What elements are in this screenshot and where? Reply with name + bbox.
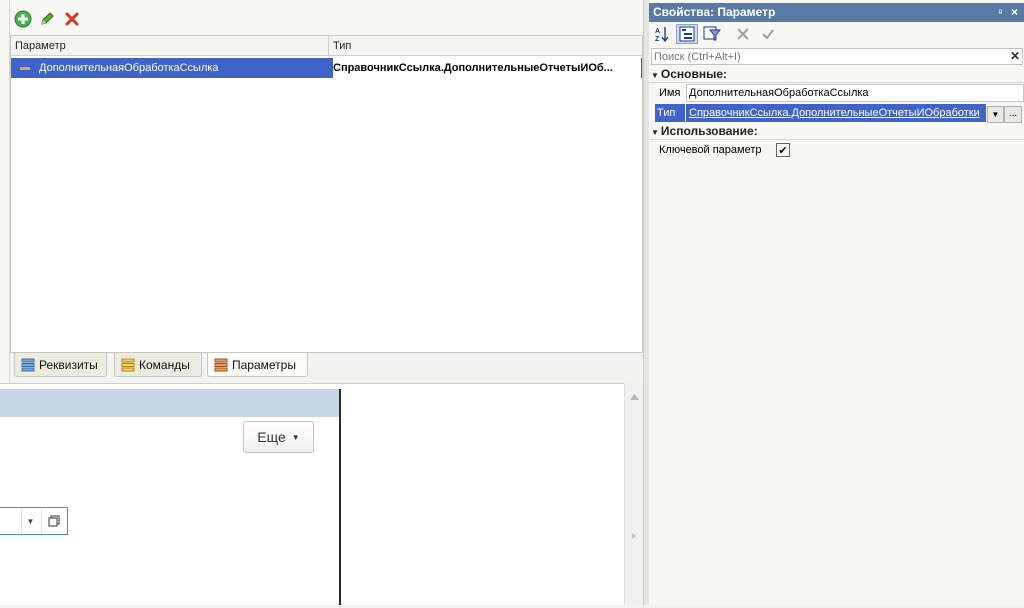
key-param-checkbox[interactable]: ✔: [776, 143, 790, 157]
edit-button[interactable]: [37, 9, 57, 29]
name-label: Имя: [659, 87, 681, 99]
parameters-grid: Параметр Тип ДополнительнаяОбработкаСсыл…: [10, 36, 643, 353]
dropdown-arrow-icon[interactable]: ▼: [21, 508, 39, 534]
close-icon[interactable]: ×: [1011, 3, 1018, 22]
sort-az-button[interactable]: A Z: [651, 24, 673, 44]
section-main[interactable]: ▼ Основные:: [651, 66, 727, 82]
stack-yellow-icon: [121, 358, 135, 371]
checkmark-icon: ✔: [778, 144, 788, 157]
properties-panel: Свойства: Параметр ᵍ × A Z Поиск (Ctrl+A…: [649, 0, 1024, 605]
name-field[interactable]: ДополнительнаяОбработкаСсылка: [686, 84, 1024, 102]
divider: [649, 82, 1024, 83]
row-type-cell: СправочникСсылка.ДополнительныеОтчетыИОб…: [333, 58, 641, 78]
more-button-label: Еще: [257, 429, 286, 445]
tab-parameters[interactable]: Параметры: [207, 353, 308, 377]
divider: [649, 139, 1024, 140]
column-header-type[interactable]: Тип: [329, 36, 644, 56]
sort-az-icon: A Z: [655, 27, 669, 43]
properties-toolbar: A Z: [649, 22, 1024, 46]
pencil-icon: [41, 12, 54, 25]
key-param-label: Ключевой параметр: [659, 144, 762, 156]
tab-label: Команды: [139, 357, 190, 372]
properties-title-bar: Свойства: Параметр ᵍ ×: [649, 3, 1024, 22]
properties-title: Свойства: Параметр: [653, 5, 776, 19]
svg-text:A: A: [655, 28, 660, 35]
grid-toolbar: [10, 0, 643, 36]
add-button[interactable]: [13, 9, 33, 29]
categories-icon: [679, 26, 695, 42]
clear-button[interactable]: [732, 24, 754, 44]
filter-button[interactable]: [701, 24, 723, 44]
categories-button[interactable]: [676, 24, 698, 44]
type-field[interactable]: СправочникСсылка.ДополнительныеОтчетыИОб…: [686, 104, 986, 122]
pin-icon[interactable]: ᵍ: [999, 3, 1002, 22]
search-box[interactable]: ✕: [651, 48, 1023, 65]
close-icon[interactable]: ✕: [1010, 49, 1020, 64]
gray-x-icon: [737, 28, 749, 40]
svg-text:Z: Z: [655, 36, 660, 43]
red-x-icon: [65, 12, 79, 26]
section-usage[interactable]: ▼ Использование:: [651, 123, 758, 139]
form-preview-header: [0, 389, 339, 417]
add-circle-icon: [14, 10, 32, 28]
tab-commands[interactable]: Команды: [114, 353, 202, 377]
preview-input-field[interactable]: ▼: [0, 507, 68, 535]
row-parameter-cell: ДополнительнаяОбработкаСсылка: [39, 62, 219, 74]
delete-button[interactable]: [62, 9, 82, 29]
section-usage-label: Использование:: [660, 124, 758, 138]
apply-button[interactable]: [757, 24, 779, 44]
caret-down-icon: ▼: [291, 432, 300, 442]
left-strip: [0, 0, 10, 383]
form-preview: Еще ▼ ▼: [0, 389, 341, 605]
section-main-label: Основные:: [660, 67, 728, 81]
tabs-bar: Реквизиты Команды Параметры: [10, 353, 643, 383]
tab-label: Реквизиты: [39, 357, 98, 372]
ellipsis-button[interactable]: ...: [1004, 106, 1022, 123]
triangle-down-icon: ▼: [651, 71, 659, 80]
filter-icon: [703, 26, 721, 41]
tab-label: Параметры: [232, 357, 296, 372]
row-marker-icon: [19, 58, 33, 78]
triangle-down-icon: ▼: [651, 128, 659, 137]
gray-check-icon: [762, 29, 774, 40]
open-window-icon[interactable]: [41, 508, 65, 534]
type-label: Тип: [655, 104, 685, 122]
stack-orange-icon: [214, 358, 228, 371]
column-header-parameter[interactable]: Параметр: [11, 36, 328, 56]
tab-requisites[interactable]: Реквизиты: [14, 353, 107, 377]
search-input[interactable]: [652, 49, 992, 64]
more-button[interactable]: Еще ▼: [243, 421, 314, 453]
dropdown-arrow-icon[interactable]: ▼: [987, 106, 1004, 123]
vertical-scrollbar[interactable]: [624, 383, 643, 605]
table-row[interactable]: ДополнительнаяОбработкаСсылка Справочник…: [11, 58, 642, 78]
grid-header: Параметр Тип: [11, 36, 642, 56]
stack-blue-icon: [21, 358, 35, 371]
